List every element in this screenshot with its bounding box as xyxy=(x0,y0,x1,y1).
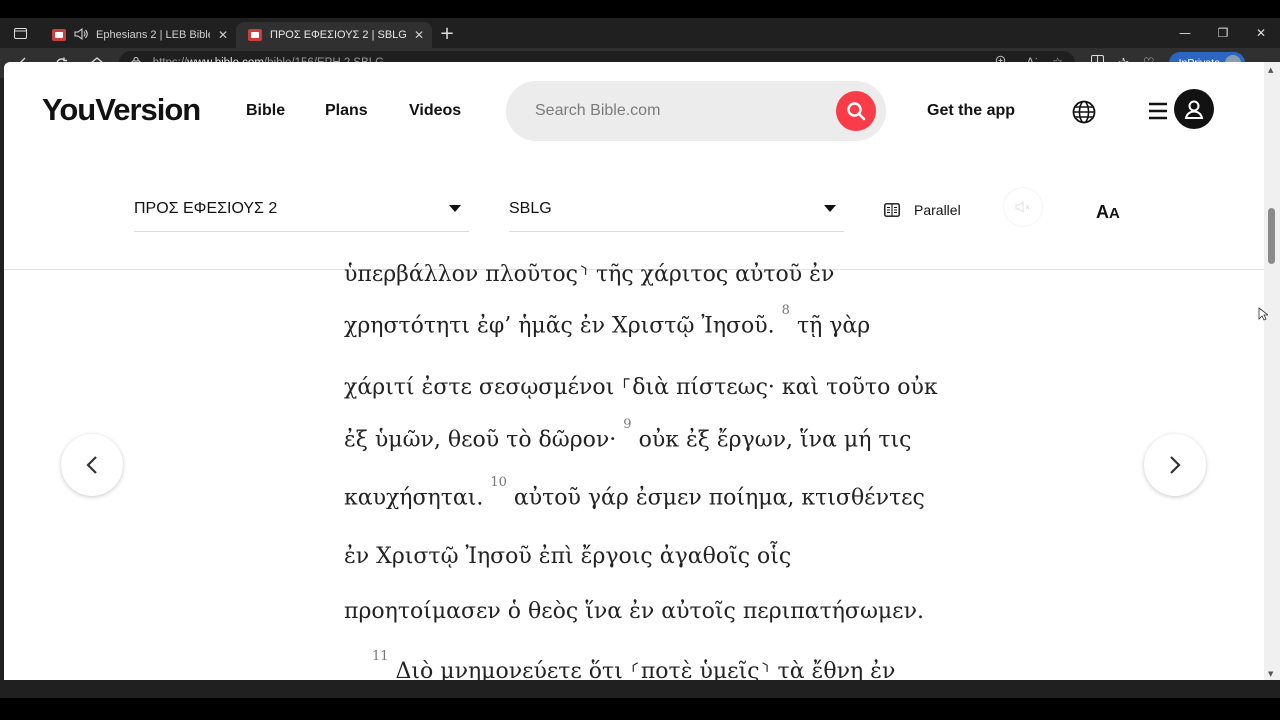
speaker-icon[interactable] xyxy=(74,27,88,43)
passage-line: καυχήσηται. 10 αὐτοῦ γάρ ἐσμεν ποίημα, κ… xyxy=(344,475,925,511)
passage-line: ἐν Χριστῷ Ἰησοῦ ἐπὶ ἔργοις ἀγαθοῖς οἷς xyxy=(344,544,792,569)
font-size-label-small: A xyxy=(1109,205,1120,222)
close-tab-icon[interactable]: ✕ xyxy=(414,28,424,42)
youversion-logo[interactable]: YouVersion xyxy=(42,92,201,128)
passage-line: χάριτί ἐστε σεσῳσμένοι ⸀διὰ πίστεως· καὶ… xyxy=(344,375,938,400)
verse-number: 10 xyxy=(490,475,507,490)
close-window-icon[interactable]: ✕ xyxy=(1242,18,1280,48)
passage-line: ὑπερβάλλον πλοῦτος⸃ τῆς χάριτος αὐτοῦ ἐν xyxy=(344,262,835,287)
tab-bar: Ephesians 2 | LEB Bible | You ✕ ΠΡΟΣ ΕΦΕ… xyxy=(0,18,1280,48)
passage-line: 11 Διὸ μνημονεύετε ὅτι ⸂ποτὲ ὑμεῖς⸃ τὰ ἔ… xyxy=(372,648,896,680)
nav-plans[interactable]: Plans xyxy=(325,102,368,120)
search-button[interactable] xyxy=(836,91,876,131)
search-input[interactable] xyxy=(535,102,836,120)
next-chapter-button[interactable] xyxy=(1144,434,1206,496)
tab-ephesians-leb[interactable]: Ephesians 2 | LEB Bible | You ✕ xyxy=(40,22,236,48)
verse-number: 8 xyxy=(781,303,790,318)
nav-bible[interactable]: Bible xyxy=(246,102,285,120)
tab-actions-icon[interactable] xyxy=(0,18,40,48)
verse-number: 11 xyxy=(372,648,389,664)
version-label: SBLG xyxy=(509,199,552,217)
chevron-right-icon xyxy=(1170,456,1181,474)
page-scrollbar[interactable]: ▲ ▼ xyxy=(1264,62,1280,680)
search-icon xyxy=(847,102,866,121)
globe-icon[interactable] xyxy=(1072,100,1096,128)
profile-button[interactable] xyxy=(1174,89,1214,129)
parallel-label: Parallel xyxy=(914,202,961,218)
font-size-label-big: A xyxy=(1096,202,1109,222)
chevron-down-icon xyxy=(824,205,836,212)
scroll-up-icon[interactable]: ▲ xyxy=(1268,66,1273,74)
nav-videos[interactable]: Videos xyxy=(409,102,461,120)
verse-number: 9 xyxy=(623,417,632,432)
minimize-icon[interactable]: — xyxy=(1166,18,1204,48)
search-box xyxy=(506,81,886,141)
restore-icon[interactable]: ❐ xyxy=(1204,18,1242,48)
passage-line: ἐξ ὑμῶν, θεοῦ τὸ δῶρον· 9 οὐκ ἐξ ἔργων, … xyxy=(344,417,912,453)
bible-favicon-icon xyxy=(52,29,66,41)
mouse-cursor-icon xyxy=(1258,306,1270,325)
user-icon xyxy=(1184,100,1204,119)
scrollbar-thumb[interactable] xyxy=(1268,208,1275,264)
parallel-button[interactable]: Parallel xyxy=(884,202,961,218)
scroll-down-icon[interactable]: ▼ xyxy=(1268,670,1273,678)
passage-line: προητοίμασεν ὁ θεὸς ἵνα ἐν αὐτοῖς περιπα… xyxy=(344,599,924,624)
hamburger-menu-icon[interactable] xyxy=(1148,102,1168,124)
book-chapter-label: ΠΡΟΣ ΕΦΕΣΙΟΥΣ 2 xyxy=(134,199,278,217)
book-chapter-select[interactable]: ΠΡΟΣ ΕΦΕΣΙΟΥΣ 2 xyxy=(134,186,469,232)
audio-button[interactable] xyxy=(1004,188,1042,226)
version-select[interactable]: SBLG xyxy=(509,186,844,232)
previous-chapter-button[interactable] xyxy=(61,434,123,496)
tab-pros-efesious-sblg[interactable]: ΠΡΟΣ ΕΦΕΣΙΟΥΣ 2 | SBLG Bible | ✕ xyxy=(236,22,432,48)
tab-title: Ephesians 2 | LEB Bible | You xyxy=(96,29,210,41)
new-tab-plus-icon[interactable]: + xyxy=(432,18,462,48)
window-controls: — ❐ ✕ xyxy=(1166,18,1280,48)
get-the-app-link[interactable]: Get the app xyxy=(927,102,1015,120)
speaker-icon xyxy=(1015,201,1030,213)
font-size-button[interactable]: AA xyxy=(1096,202,1120,223)
parallel-icon xyxy=(884,203,900,217)
chevron-down-icon xyxy=(449,205,461,212)
passage-line: χρηστότητι ἐφ’ ἡμᾶς ἐν Χριστῷ Ἰησοῦ. 8 τ… xyxy=(344,303,871,339)
reader-controls: ΠΡΟΣ ΕΦΕΣΙΟΥΣ 2 SBLG Parallel AA xyxy=(4,160,1264,270)
web-page: YouVersion Bible Plans Videos Get the ap… xyxy=(4,62,1264,680)
site-header: YouVersion Bible Plans Videos Get the ap… xyxy=(4,62,1264,160)
bible-favicon-icon xyxy=(248,29,262,41)
chevron-left-icon xyxy=(86,456,97,474)
close-tab-icon[interactable]: ✕ xyxy=(218,28,228,42)
tab-title: ΠΡΟΣ ΕΦΕΣΙΟΥΣ 2 | SBLG Bible | xyxy=(270,29,406,41)
